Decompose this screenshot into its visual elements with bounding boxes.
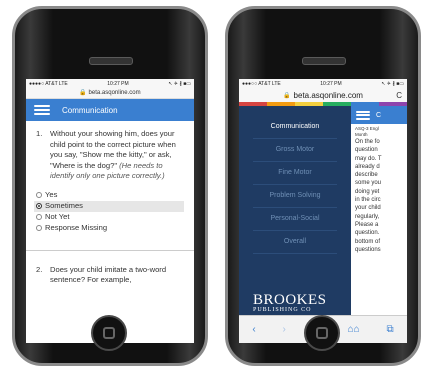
menu-item-fine-motor[interactable]: Fine Motor [253,162,337,185]
questionnaire-content: 1. Without your showing him, does your c… [26,121,194,286]
tabs-icon[interactable]: ⧉ [386,324,393,335]
carrier-label: ●●●●○ AT&T LTE [29,80,68,87]
content-pane: C ASQ-3 Engl Month On the fo question ma… [351,106,407,316]
right-screen: ●●●○○ AT&T LTE 10:27 PM ↖ ✈ ∦ ■▭ 🔒 beta.… [239,79,407,343]
home-button[interactable] [91,315,127,351]
pane-header: C [351,106,407,124]
radio-icon[interactable] [36,214,42,220]
status-icons: ↖ ✈ ∦ ■▭ [381,81,404,87]
speaker [302,57,346,65]
menu-item-overall[interactable]: Overall [253,231,337,254]
carrier-label: ●●●○○ AT&T LTE [242,81,281,87]
side-menu: Communication Gross Motor Fine Motor Pro… [239,106,351,316]
time-label: 10:27 PM [107,80,129,87]
question-number: 2. [36,264,43,274]
answer-options: Yes Sometimes Not Yet Response Missing [34,190,184,234]
radio-icon[interactable] [36,225,42,231]
left-phone: ●●●●○ AT&T LTE 10:27 PM ↖ ✈ ∦ ■▭ 🔒 beta.… [12,6,208,366]
question-1: 1. Without your showing him, does your c… [36,129,184,182]
question-2: 2. Does your child imitate a two-word se… [36,265,184,286]
lock-icon: 🔒 [283,93,291,99]
speaker [89,57,133,65]
hamburger-menu-icon[interactable] [356,110,370,120]
right-phone: ●●●○○ AT&T LTE 10:27 PM ↖ ✈ ∦ ■▭ 🔒 beta.… [225,6,421,366]
forward-icon[interactable]: › [282,324,285,335]
question-number: 1. [36,129,43,138]
option-yes[interactable]: Yes [34,190,184,201]
option-sometimes[interactable]: Sometimes [34,200,184,212]
pane-title: C [376,111,382,119]
option-not-yet[interactable]: Not Yet [34,212,184,223]
status-icons: ↖ ✈ ∦ ■▭ [168,80,191,87]
menu-item-communication[interactable]: Communication [253,116,337,139]
back-icon[interactable]: ‹ [252,324,255,335]
menu-item-problem-solving[interactable]: Problem Solving [253,185,337,208]
status-bar: ●●●●○ AT&T LTE 10:27 PM ↖ ✈ ∦ ■▭ [26,79,194,88]
menu-item-personal-social[interactable]: Personal-Social [253,208,337,231]
question-text: Does your child imitate a two-word sente… [50,264,167,285]
left-screen: ●●●●○ AT&T LTE 10:27 PM ↖ ✈ ∦ ■▭ 🔒 beta.… [26,79,194,343]
status-bar: ●●●○○ AT&T LTE 10:27 PM ↖ ✈ ∦ ■▭ [239,79,407,89]
url-text: beta.asqonline.com [293,91,363,100]
pane-text: ASQ-3 Engl Month On the fo question may … [355,126,382,253]
home-button[interactable] [304,315,340,351]
nav-title: Communication [62,105,118,115]
time-label: 10:27 PM [320,81,342,87]
brookes-logo: BROOKES PUBLISHING CO [253,292,327,313]
url-bar[interactable]: 🔒 beta.asqonline.com C [239,89,407,102]
option-response-missing[interactable]: Response Missing [34,223,184,234]
bookmarks-icon[interactable]: ⌂⌂ [348,324,360,335]
url-bar[interactable]: 🔒 beta.asqonline.com [26,88,194,99]
radio-selected-icon[interactable] [36,203,42,209]
radio-icon[interactable] [36,192,42,198]
divider [26,249,194,251]
nav-bar: Communication [26,99,194,121]
menu-item-gross-motor[interactable]: Gross Motor [253,139,337,162]
hamburger-menu-icon[interactable] [34,105,50,115]
reload-icon[interactable]: C [396,91,402,100]
